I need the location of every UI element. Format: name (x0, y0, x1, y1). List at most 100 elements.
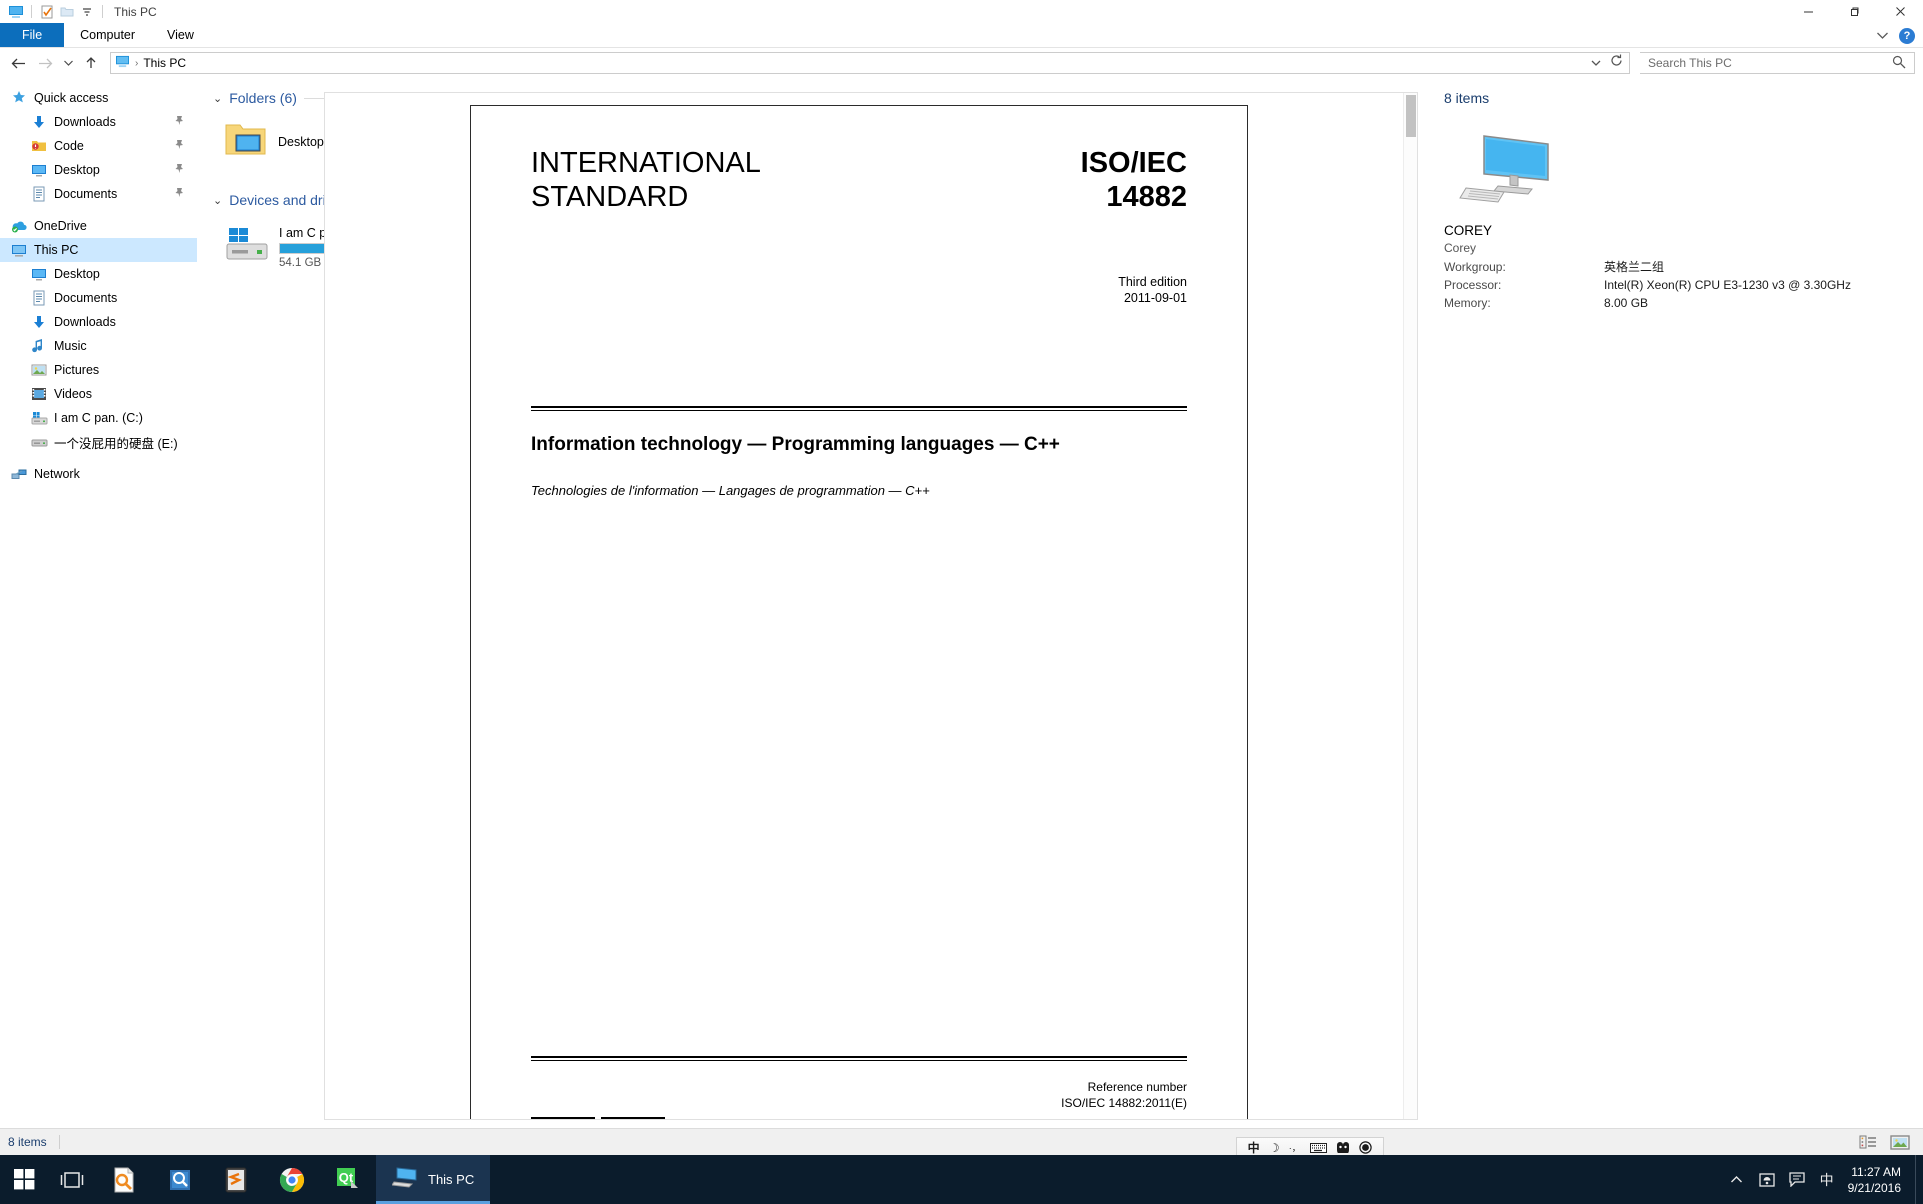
sidebar-item-documents-qa[interactable]: Documents (0, 182, 197, 206)
dictionary-icon[interactable] (152, 1155, 208, 1204)
taskbar-item-label: This PC (428, 1172, 475, 1187)
pin-icon[interactable] (174, 115, 185, 129)
search-icon[interactable] (1892, 55, 1906, 72)
customize-dropdown-icon[interactable] (77, 3, 97, 21)
new-folder-icon[interactable] (57, 3, 77, 21)
detail-value: Intel(R) Xeon(R) CPU E3-1230 v3 @ 3.30GH… (1604, 278, 1851, 292)
ime-emoji-icon[interactable] (1336, 1142, 1350, 1153)
minimize-button[interactable] (1785, 0, 1831, 23)
search-input[interactable]: Search This PC (1640, 52, 1915, 74)
view-toggle-buttons (1857, 1133, 1911, 1151)
sidebar-item-videos[interactable]: Videos (0, 382, 197, 406)
this-pc-icon (6, 3, 26, 21)
pdf-viewer-window[interactable]: INTERNATIONAL STANDARD ISO/IEC 14882 Thi… (325, 93, 1417, 1119)
this-pc-icon (391, 1166, 418, 1193)
tab-file[interactable]: File (0, 23, 65, 47)
everything-search-icon[interactable] (96, 1155, 152, 1204)
pdf-rule-top (531, 406, 1187, 411)
pdf-scrollbar-thumb[interactable] (1406, 95, 1416, 137)
sidebar-item-downloads-pc[interactable]: Downloads (0, 310, 197, 334)
action-center-icon[interactable] (1782, 1155, 1812, 1204)
documents-icon (30, 289, 48, 307)
recent-locations-icon[interactable] (60, 52, 76, 74)
back-button[interactable] (8, 52, 30, 74)
refresh-icon[interactable] (1610, 54, 1627, 72)
tab-view[interactable]: View (151, 23, 210, 47)
address-field[interactable]: › This PC (110, 52, 1630, 74)
chevron-down-icon[interactable]: ⌄ (213, 194, 222, 207)
sidebar-item-network[interactable]: Network (0, 462, 197, 486)
show-hidden-icons-chevron[interactable] (1722, 1155, 1752, 1204)
details-table: Workgroup: 英格兰二组 Processor: Intel(R) Xeo… (1444, 258, 1923, 312)
breadcrumb[interactable]: › This PC (115, 55, 186, 71)
ime-indicator[interactable]: 中 (1812, 1155, 1842, 1204)
computer-name: COREY (1444, 223, 1493, 238)
help-button[interactable]: ? (1899, 27, 1915, 44)
details-pane: 8 items COREY Corey Workgroup: 英格兰二组 Pro… (1430, 78, 1923, 1138)
detail-value: 8.00 GB (1604, 296, 1649, 310)
taskbar: Qt This PC 中 11:27 AM 9/21/2016 (0, 1155, 1923, 1204)
sidebar-item-pictures[interactable]: Pictures (0, 358, 197, 382)
divider (31, 5, 32, 18)
sidebar-item-quick-access[interactable]: Quick access (0, 86, 197, 110)
sidebar-item-label: Downloads (54, 315, 116, 329)
sidebar-item-music[interactable]: Music (0, 334, 197, 358)
download-icon (30, 113, 48, 131)
sidebar-item-desktop-qa[interactable]: Desktop (0, 158, 197, 182)
sidebar-item-e-drive[interactable]: 一个没屁用的硬盘 (E:) (0, 430, 197, 454)
pictures-icon (30, 361, 48, 379)
breadcrumb-this-pc[interactable]: This PC (143, 56, 186, 70)
sidebar-item-desktop[interactable]: Desktop (0, 262, 197, 286)
pdf-standard-type: INTERNATIONAL STANDARD (531, 146, 761, 214)
group-title: Folders (6) (229, 90, 297, 106)
pin-icon[interactable] (174, 187, 185, 201)
sidebar-item-code[interactable]: Code (0, 134, 197, 158)
sublime-text-icon[interactable] (208, 1155, 264, 1204)
ime-settings-icon[interactable] (1359, 1141, 1373, 1154)
system-tray: 中 11:27 AM 9/21/2016 (1722, 1155, 1923, 1204)
clock-date: 9/21/2016 (1847, 1180, 1901, 1195)
task-view-icon[interactable] (48, 1155, 96, 1204)
sidebar-item-documents[interactable]: Documents (0, 286, 197, 310)
address-dropdown-icon[interactable] (1590, 54, 1602, 72)
sidebar-item-downloads[interactable]: Downloads (0, 110, 197, 134)
sidebar-item-this-pc[interactable]: This PC (0, 238, 197, 262)
pdf-page-content: INTERNATIONAL STANDARD ISO/IEC 14882 Thi… (471, 106, 1247, 1119)
taskbar-item-this-pc[interactable]: This PC (376, 1155, 491, 1204)
qt-creator-icon[interactable]: Qt (320, 1155, 376, 1204)
ime-shape-icon[interactable]: ☽ (1269, 1141, 1280, 1155)
tab-computer[interactable]: Computer (64, 23, 151, 47)
pin-icon[interactable] (174, 139, 185, 153)
start-icon[interactable] (0, 1155, 48, 1204)
large-icons-view-icon[interactable] (1889, 1133, 1911, 1151)
show-desktop-button[interactable] (1915, 1155, 1923, 1204)
star-pin-icon (10, 89, 28, 107)
chrome-icon[interactable] (264, 1155, 320, 1204)
details-view-icon[interactable] (1857, 1133, 1879, 1151)
this-pc-icon (10, 241, 28, 259)
sidebar-item-onedrive[interactable]: OneDrive (0, 214, 197, 238)
network-icon[interactable] (1752, 1155, 1782, 1204)
sidebar-item-label: Code (54, 139, 84, 153)
forward-button[interactable] (34, 52, 56, 74)
pdf-standard-id: 14882 (1106, 181, 1187, 213)
pdf-edition-block: Third edition 2011-09-01 (531, 274, 1187, 306)
pin-icon[interactable] (174, 163, 185, 177)
chevron-down-icon[interactable]: ⌄ (213, 92, 222, 105)
properties-icon[interactable] (37, 3, 57, 21)
collapse-ribbon-icon[interactable] (1876, 27, 1889, 45)
sidebar-item-c-drive[interactable]: I am C pan. (C:) (0, 406, 197, 430)
clock[interactable]: 11:27 AM 9/21/2016 (1842, 1164, 1915, 1196)
pdf-header: INTERNATIONAL STANDARD ISO/IEC 14882 (531, 106, 1187, 214)
maximize-button[interactable] (1831, 0, 1877, 23)
pdf-standard-type-line2: STANDARD (531, 181, 689, 213)
this-pc-icon (115, 55, 130, 71)
sidebar-item-label: Desktop (54, 267, 100, 281)
ime-mode-chinese[interactable]: 中 (1248, 1139, 1260, 1156)
ime-soft-keyboard-icon[interactable] (1309, 1142, 1327, 1153)
up-button[interactable] (80, 52, 102, 74)
pdf-scrollbar[interactable] (1403, 93, 1417, 1119)
ime-punctuation-icon[interactable]: ·， (1289, 1141, 1301, 1154)
close-button[interactable] (1877, 0, 1923, 23)
